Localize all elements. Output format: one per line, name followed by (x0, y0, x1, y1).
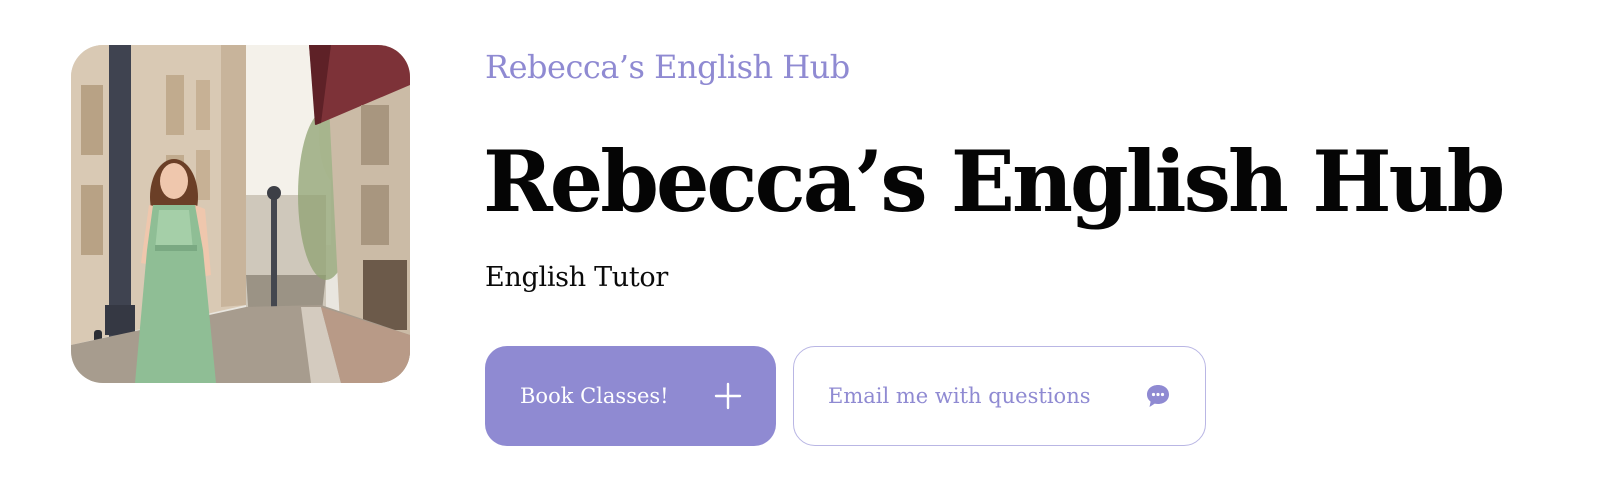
book-classes-button[interactable]: Book Classes! (485, 346, 776, 446)
plus-icon (714, 382, 742, 410)
book-classes-label: Book Classes! (520, 384, 669, 408)
brand-name[interactable]: Rebecca’s English Hub (485, 48, 850, 86)
email-questions-button[interactable]: Email me with questions (793, 346, 1206, 446)
email-questions-label: Email me with questions (828, 384, 1091, 408)
page-title: Rebecca’s English Hub (483, 132, 1505, 231)
page-subtitle: English Tutor (485, 262, 668, 293)
tutor-photo (71, 45, 410, 383)
chat-bubble-icon (1145, 383, 1171, 409)
